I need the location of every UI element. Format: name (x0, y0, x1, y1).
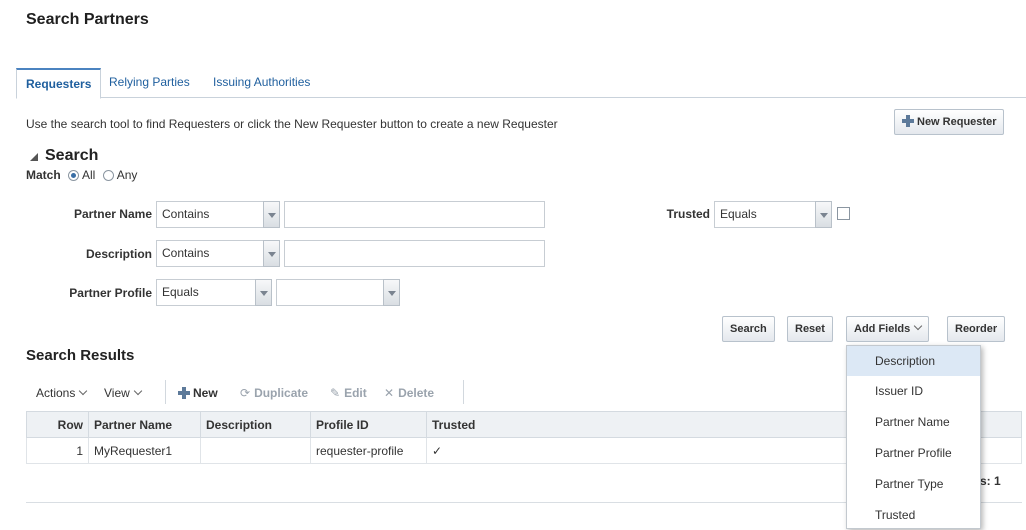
tab-issuing-authorities[interactable]: Issuing Authorities (204, 68, 319, 98)
partner-name-operator-value: Contains (162, 207, 210, 221)
dropdown-arrow-icon[interactable] (815, 201, 832, 228)
view-label: View (104, 386, 130, 400)
plus-icon (178, 387, 190, 399)
partner-profile-value-select[interactable] (276, 279, 400, 306)
actions-menu[interactable]: Actions (36, 386, 88, 400)
partner-name-label: Partner Name (73, 207, 152, 221)
partner-name-input[interactable] (284, 201, 545, 228)
delete-label: Delete (398, 386, 435, 400)
dropdown-arrow-icon[interactable] (263, 240, 280, 267)
partner-profile-operator-select[interactable]: Equals (156, 279, 272, 306)
partner-profile-operator-value: Equals (162, 285, 199, 299)
delete-x-icon: ✕ (384, 386, 395, 400)
duplicate-label: Duplicate (254, 386, 309, 400)
chevron-down-icon (133, 386, 143, 396)
page-title: Search Partners (26, 11, 149, 28)
chevron-down-icon (79, 386, 88, 396)
search-button[interactable]: Search (722, 316, 775, 342)
column-header-partner-name[interactable]: Partner Name (88, 411, 201, 438)
profile-id-cell: requester-profile (310, 437, 427, 464)
trusted-checkbox[interactable] (837, 207, 850, 220)
description-operator-select[interactable]: Contains (156, 240, 280, 267)
plus-icon (902, 115, 914, 127)
row-number-cell: 1 (26, 437, 89, 464)
add-fields-label: Add Fields (854, 323, 911, 335)
search-section-title: Search (45, 147, 99, 164)
collapse-triangle-icon[interactable] (30, 153, 38, 161)
duplicate-button[interactable]: ⟳ Duplicate (240, 386, 308, 400)
menu-item-description[interactable]: Description (847, 346, 980, 376)
new-label: New (193, 386, 218, 400)
description-input[interactable] (284, 240, 545, 267)
tab-relying-parties[interactable]: Relying Parties (100, 68, 199, 98)
actions-label: Actions (36, 386, 76, 400)
menu-item-trusted[interactable]: Trusted (847, 500, 980, 530)
trusted-operator-select[interactable]: Equals (714, 201, 832, 228)
tab-bar: Requesters Relying Parties Issuing Autho… (16, 68, 1026, 99)
partner-name-link[interactable]: MyRequester1 (88, 437, 201, 464)
toolbar-divider (165, 380, 166, 404)
intro-text: Use the search tool to find Requesters o… (26, 117, 558, 131)
add-fields-menu: Description Issuer ID Partner Name Partn… (846, 345, 981, 529)
dropdown-arrow-icon[interactable] (255, 279, 272, 306)
match-all-label: All (82, 168, 96, 182)
column-header-description[interactable]: Description (200, 411, 311, 438)
description-cell (200, 437, 311, 464)
dropdown-arrow-icon[interactable] (263, 201, 280, 228)
match-row: Match All Any (26, 168, 137, 182)
reset-button[interactable]: Reset (787, 316, 833, 342)
column-header-profile-id[interactable]: Profile ID (310, 411, 427, 438)
toolbar-divider (463, 380, 464, 404)
menu-item-issuer-id[interactable]: Issuer ID (847, 376, 980, 406)
add-fields-button[interactable]: Add Fields (846, 316, 930, 342)
description-operator-value: Contains (162, 246, 210, 260)
partner-name-operator-select[interactable]: Contains (156, 201, 280, 228)
delete-button[interactable]: ✕ Delete (384, 386, 434, 400)
match-all-radio[interactable] (68, 170, 80, 181)
results-toolbar: Actions View New ⟳ Duplicate ✎ Edit ✕ Delet… (26, 378, 464, 408)
edit-label: Edit (344, 386, 367, 400)
chevron-down-icon (913, 321, 923, 331)
pencil-icon: ✎ (330, 386, 341, 400)
new-requester-button[interactable]: New Requester (894, 109, 1005, 135)
duplicate-icon: ⟳ (240, 386, 251, 400)
tab-requesters[interactable]: Requesters (16, 68, 102, 99)
trusted-label: Trusted (666, 207, 710, 221)
new-button[interactable]: New (178, 386, 218, 400)
dropdown-arrow-icon[interactable] (383, 279, 400, 306)
match-any-radio[interactable] (102, 170, 114, 181)
partner-profile-label: Partner Profile (69, 286, 152, 300)
edit-button[interactable]: ✎ Edit (330, 386, 367, 400)
menu-item-partner-profile[interactable]: Partner Profile (847, 438, 980, 468)
view-menu[interactable]: View (104, 386, 143, 400)
results-title: Search Results (26, 347, 135, 364)
rows-count: s: 1 (980, 474, 1001, 488)
match-label: Match (26, 168, 61, 182)
menu-item-partner-type[interactable]: Partner Type (847, 469, 980, 499)
trusted-operator-value: Equals (720, 207, 757, 221)
match-any-label: Any (116, 168, 138, 182)
menu-item-partner-name[interactable]: Partner Name (847, 407, 980, 437)
reorder-button[interactable]: Reorder (947, 316, 1006, 342)
description-label: Description (85, 247, 152, 261)
column-header-row[interactable]: Row (26, 411, 89, 438)
new-requester-label: New Requester (917, 116, 997, 128)
